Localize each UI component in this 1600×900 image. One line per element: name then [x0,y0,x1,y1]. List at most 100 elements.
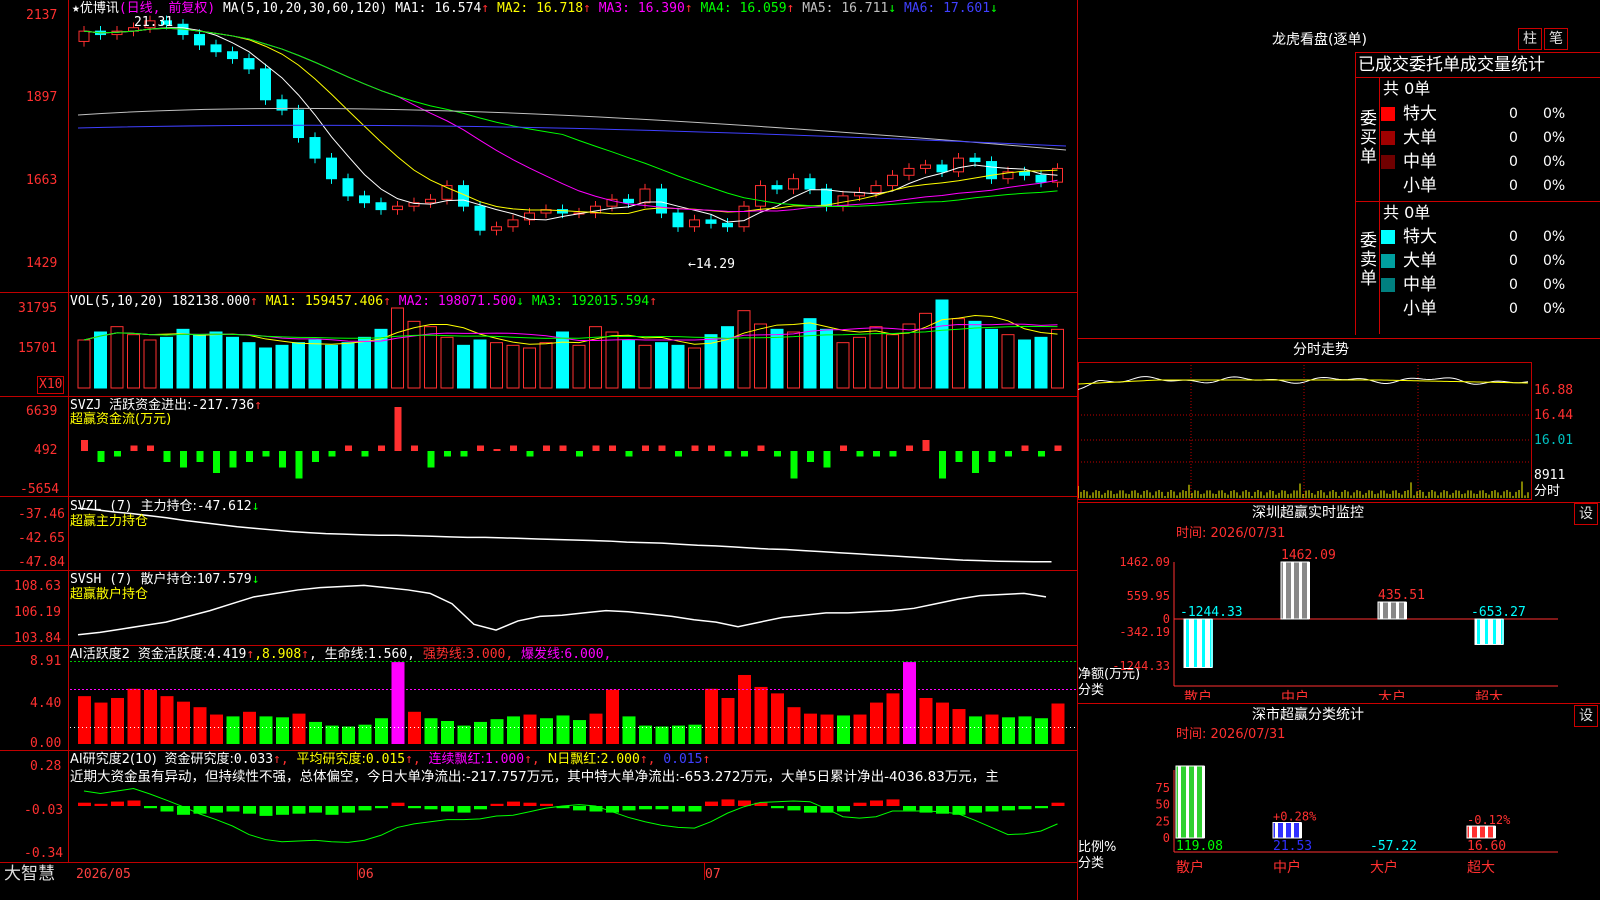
svzl-label: 主力持仓: [140,499,197,514]
volume-bar [473,339,487,389]
svzj-subtitle: 超赢资金流(万元) [70,412,172,427]
ai-activity-bar [556,715,570,744]
volume-bar [638,344,652,389]
intraday-axis-top: 16.88 [1534,383,1574,398]
ai-activity-bar [474,721,487,744]
ai-activity-bar [655,726,669,744]
ai-research-bar [1035,806,1048,809]
svzj-bar [229,451,237,468]
ai1-axis-bot: 0.00 [30,736,62,751]
candle-body [293,109,304,139]
ai-research-bar [457,806,471,813]
ai-activity-bar [325,725,339,744]
svzj-bar [1005,451,1012,457]
sz-class-chart[interactable]: 75 50 25 0 119.08 散户 21.53 +0.28% 中户 -57.22 大户 16.6… [1078,742,1600,900]
ai1-v2: 8.908 [262,647,302,662]
volume-bar [572,344,586,389]
lhb-buy-row: 特大 0 0% [1381,102,1600,126]
sz-monitor-chart[interactable]: 1462.09559.950-342.19-1244.33-1244.33散户1… [1078,540,1600,700]
sz-monitor-tick: 1462.09 [1119,555,1170,569]
intraday-axis-mid: 16.44 [1534,408,1574,423]
lhb-buy-name: 小单 [1403,176,1437,196]
svzj-bar [114,451,121,457]
candle-body [474,205,486,231]
svzj-bar [460,451,468,457]
svzl-axis-bot: -47.84 [18,555,65,570]
lhb-bar-button[interactable]: 柱 [1518,28,1542,50]
ai-activity-bar [903,662,916,744]
lhb-buy-pct: 0% [1543,106,1566,122]
ai-activity-bar [820,714,834,744]
sz-class-category: 超大 [1467,860,1495,876]
ai-research-bar [127,800,141,806]
lhb-title: 龙虎看盘(逐单) [1272,32,1367,48]
legend-item-5: MA6: 17.601 [903,1,991,16]
ai-research-bar [325,806,339,815]
ma-params: MA(5,10,20,30,60,120) [222,1,388,16]
svzj-bar [180,451,187,468]
ai1-strong: 3.000 [466,647,506,662]
color-swatch [1381,107,1395,121]
vol-legend: MA1: 159457.406↑ MA2: 198071.500↓ MA3: 1… [265,294,658,309]
svzl-header: SVZL (7) 主力持仓:-47.612↓ [70,499,260,514]
svzl-axis-mid: -42.65 [18,531,65,546]
volume-bar [176,328,190,389]
ma-legend: MA1: 16.574↑ MA2: 16.718↑ MA3: 16.390↑ M… [395,1,998,16]
star-icon[interactable]: ★ [72,1,80,16]
candle-body [342,178,354,197]
volume-bar [1018,339,1031,389]
lhb-buy-pct: 0% [1543,130,1566,146]
ai-research-bar [672,806,685,812]
candle-body [821,188,832,207]
volume-bar [127,334,140,389]
sz-monitor-settings-button[interactable]: 设 [1574,503,1598,525]
intraday-title: 分时走势 [1293,342,1349,358]
ai-activity-bar [523,714,537,744]
ai-research-bar [210,806,223,813]
svzj-bar [444,451,451,457]
vol-value: 182138.000 [171,294,251,309]
candle-body [887,174,898,187]
svzl-line [77,507,1052,563]
svzj-bar [856,451,864,457]
volume-bar [391,307,404,389]
ai-activity-bar [441,720,454,744]
ai-research-bar [787,806,801,811]
ai-research-bar [573,806,586,811]
ai-activity-bar [969,716,982,744]
svzj-bar [939,451,946,479]
ai-activity-bar [490,719,504,744]
candle-body [771,185,783,190]
stock-name[interactable]: 优博讯 [80,1,119,16]
ai-activity-bar [424,718,438,744]
price-axis-2137: 2137 [26,8,58,23]
sz-class-ylabel: 比例% [1078,840,1117,855]
ai-research-bar [358,806,372,811]
ai-activity-bar [754,686,768,744]
ai2-title: AI研究度2(10) [70,752,157,767]
ai-research-bar [490,803,504,806]
volume-bar [886,334,899,389]
volume-bar [77,339,91,389]
svzj-bar [411,445,418,451]
ai2-lian: 1.000 [484,752,525,767]
svzj-bar [213,451,220,473]
lhb-sell-name: 特大 [1403,227,1437,247]
ai-research-bar [655,806,669,810]
intraday-chart[interactable] [1078,362,1600,502]
ai-research-bar [853,802,867,806]
svzj-bar [823,451,831,468]
period-label[interactable]: (日线, 前复权) [119,1,215,16]
sz-class-bar [1175,765,1205,839]
ai1-title: AI活跃度2 [70,647,130,662]
lhb-tick-button[interactable]: 笔 [1544,28,1568,50]
sz-monitor-category: 大户 [1378,689,1406,700]
ai-activity-bar [540,718,553,744]
sz-class-pct-label: +0.28% [1273,809,1317,823]
volume-bar [209,331,223,389]
sz-class-settings-button[interactable]: 设 [1574,705,1598,727]
svzj-bar [97,451,105,462]
sz-monitor-value-label: 435.51 [1378,588,1425,603]
lhb-sell-name: 中单 [1403,275,1437,295]
lhb-header: 已成交委托单成交量统计 [1358,55,1545,75]
